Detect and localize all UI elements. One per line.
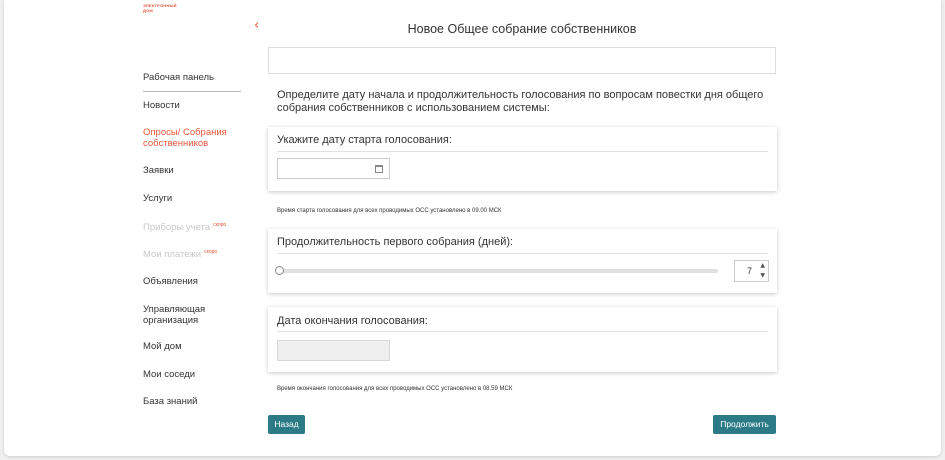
sidebar-item-dashboard[interactable]: Рабочая панель	[143, 72, 214, 83]
chevron-down-icon[interactable]: ▼	[760, 272, 765, 280]
sidebar-item-ads[interactable]: Объявления	[143, 276, 198, 287]
start-time-note: Время старта голосования для всех провод…	[277, 208, 502, 214]
calendar-icon[interactable]	[375, 165, 383, 173]
sidebar-item-my-home[interactable]: Мой дом	[143, 341, 182, 352]
continue-button[interactable]: Продолжить	[713, 415, 776, 434]
sidebar-item-meters: Приборы учета скоро	[143, 222, 227, 234]
intro-text: Определите дату начала и продолжительнос…	[277, 89, 764, 114]
sidebar-item-payments: Мои платежи скоро	[143, 249, 218, 261]
logo[interactable]: ЭЛЕКТРОННЫЙ ДОМ	[143, 3, 177, 13]
duration-card: Продолжительность первого собрания (дней…	[268, 229, 777, 293]
duration-value: 7	[746, 266, 752, 276]
sidebar-divider	[143, 91, 241, 92]
chevron-up-icon[interactable]: ▲	[760, 262, 765, 270]
sidebar-item-services[interactable]: Услуги	[143, 193, 172, 204]
duration-stepper[interactable]: 7 ▲ ▼	[734, 260, 769, 282]
sidebar-item-news[interactable]: Новости	[143, 100, 180, 111]
duration-title: Продолжительность первого собрания (дней…	[277, 236, 514, 248]
sidebar-item-neighbors[interactable]: Мои соседи	[143, 369, 195, 380]
back-button[interactable]: Назад	[268, 415, 305, 434]
start-date-title: Укажите дату старта голосования:	[277, 134, 452, 146]
sidebar-item-management[interactable]: Управляющая организация	[143, 304, 239, 326]
end-time-note: Время окончания голосования для всех про…	[277, 386, 513, 392]
start-date-card: Укажите дату старта голосования:	[268, 127, 777, 191]
start-date-input[interactable]	[277, 158, 390, 179]
card-divider	[277, 331, 768, 332]
header-box	[268, 47, 776, 74]
soon-badge: скоро	[204, 249, 218, 255]
slider-handle[interactable]	[275, 266, 284, 275]
soon-badge: скоро	[213, 222, 227, 228]
page-title: Новое Общее собрание собственников	[407, 22, 637, 36]
end-date-title: Дата окончания голосования:	[277, 315, 428, 327]
sidebar-item-polls[interactable]: Опросы/ Собрания собственников	[143, 127, 239, 149]
end-date-field	[277, 340, 390, 361]
back-arrow-icon[interactable]: ‹	[254, 18, 259, 33]
card-divider	[277, 253, 768, 254]
end-date-card: Дата окончания голосования:	[268, 307, 777, 372]
card-divider	[277, 151, 768, 152]
sidebar-item-knowledge-base[interactable]: База знаний	[143, 396, 197, 407]
duration-slider[interactable]	[275, 266, 718, 275]
sidebar-item-requests[interactable]: Заявки	[143, 165, 174, 176]
